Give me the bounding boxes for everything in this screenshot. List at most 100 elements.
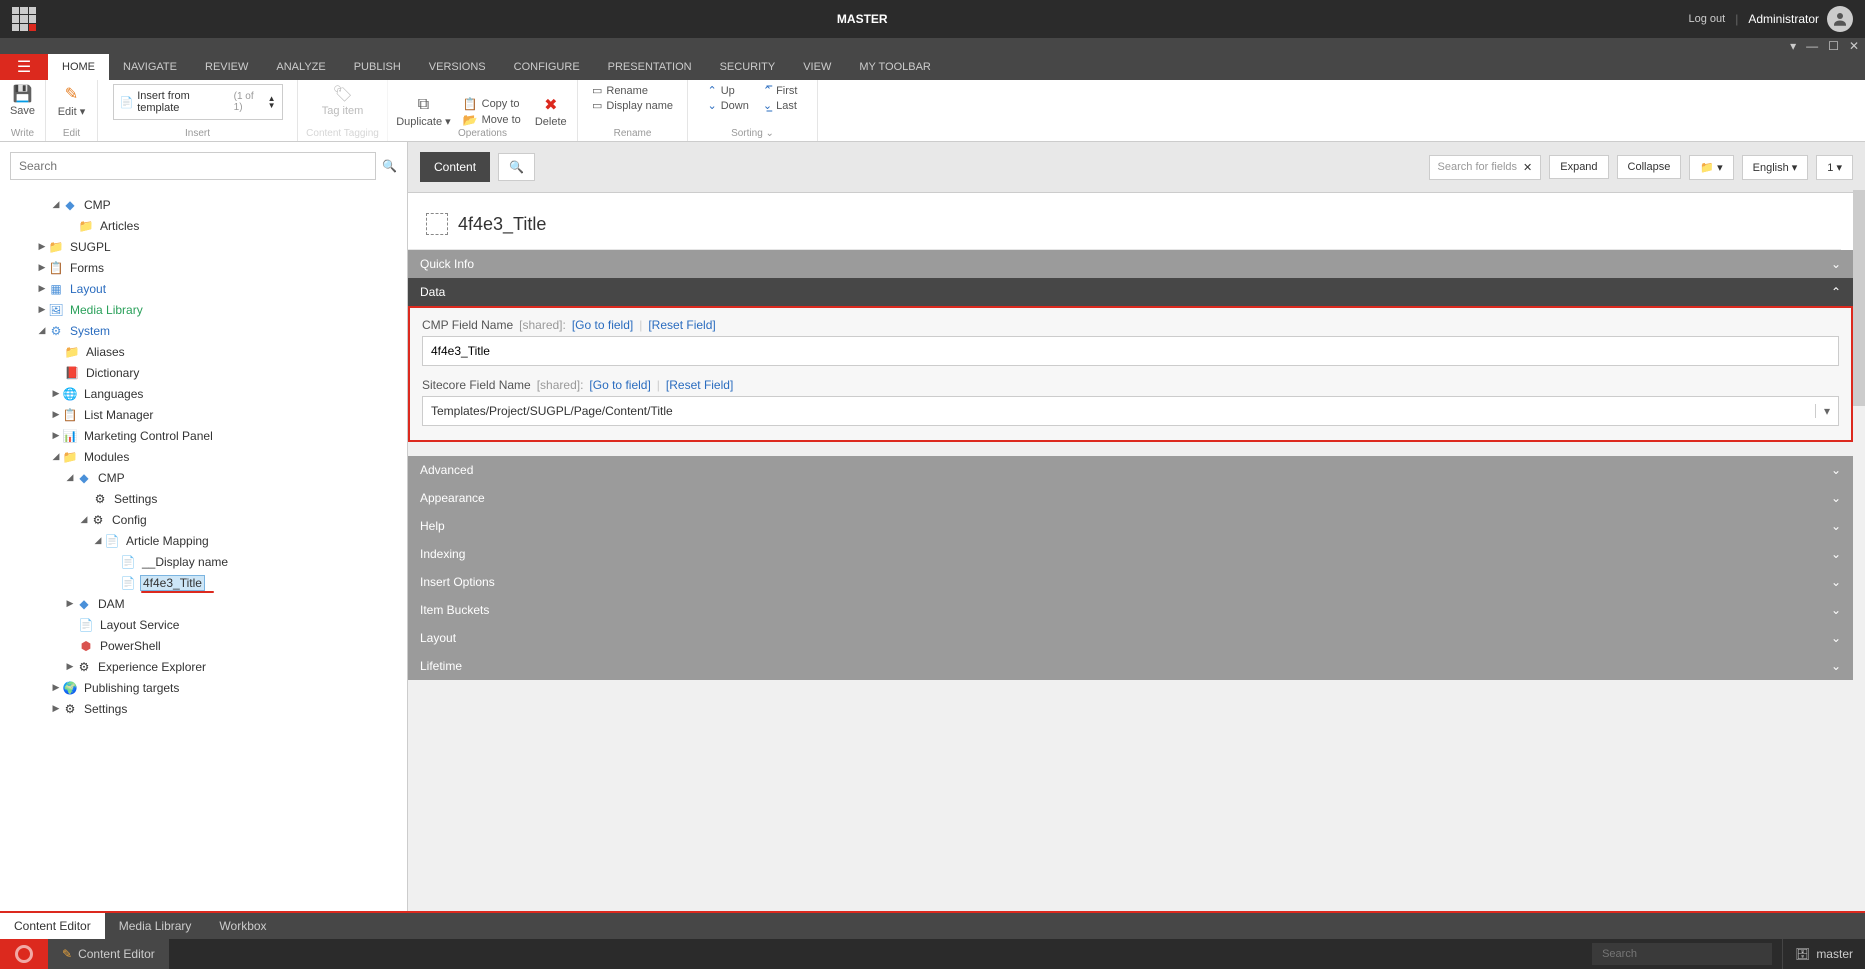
save-button[interactable]: 💾 Save (5, 84, 41, 117)
duplicate-button[interactable]: ⧉ Duplicate ▾ (396, 96, 450, 128)
tree-list-manager[interactable]: ▶📋List Manager (0, 404, 407, 425)
move-to-button[interactable]: 📂Move to (463, 113, 521, 127)
tab-navigate[interactable]: NAVIGATE (109, 54, 191, 80)
tab-analyze[interactable]: ANALYZE (262, 54, 339, 80)
reset-field-link-2[interactable]: [Reset Field] (666, 378, 733, 392)
btab-media-library[interactable]: Media Library (105, 913, 206, 939)
search-fields-input[interactable]: Search for fields✕ (1429, 155, 1542, 180)
close-icon[interactable]: ✕ (1849, 39, 1859, 53)
btab-workbox[interactable]: Workbox (205, 913, 280, 939)
tab-publish[interactable]: PUBLISH (340, 54, 415, 80)
up-button[interactable]: ⌃Up (708, 84, 749, 97)
taskbar-app[interactable]: ✎ Content Editor (48, 939, 169, 969)
taskbar-search-input[interactable] (1592, 943, 1772, 965)
item-title-bar: 4f4e3_Title (408, 193, 1841, 250)
tree-layout-service[interactable]: 📄Layout Service (0, 614, 407, 635)
taskbar-search[interactable] (1582, 939, 1782, 969)
copy-to-button[interactable]: 📋Copy to (463, 97, 521, 111)
down-icon: ⌄ (708, 99, 717, 112)
search-icon[interactable]: 🔍 (382, 159, 397, 173)
content-tree[interactable]: ◢◆CMP 📁Articles ▶📁SUGPL ▶📋Forms ▶▦Layout… (0, 190, 407, 911)
tree-settings[interactable]: ⚙Settings (0, 488, 407, 509)
taskbar: ✎ Content Editor 🗄 master (0, 939, 1865, 969)
section-layout[interactable]: Layout⌄ (408, 624, 1853, 652)
tree-aliases[interactable]: 📁Aliases (0, 341, 407, 362)
sitecore-logo-icon[interactable] (12, 7, 36, 31)
section-advanced[interactable]: Advanced⌄ (408, 456, 1853, 484)
tree-dam[interactable]: ▶◆DAM (0, 593, 407, 614)
tab-presentation[interactable]: PRESENTATION (594, 54, 706, 80)
go-to-field-link-2[interactable]: [Go to field] (589, 378, 650, 392)
rename-button[interactable]: ▭Rename (592, 84, 673, 97)
maximize-icon[interactable]: ☐ (1828, 39, 1839, 53)
tree-forms[interactable]: ▶📋Forms (0, 257, 407, 278)
section-help[interactable]: Help⌄ (408, 512, 1853, 540)
tree-sugpl[interactable]: ▶📁SUGPL (0, 236, 407, 257)
tree-cmp2[interactable]: ◢◆CMP (0, 467, 407, 488)
tree-search-input[interactable] (10, 152, 376, 180)
section-indexing[interactable]: Indexing⌄ (408, 540, 1853, 568)
down-button[interactable]: ⌄Down (708, 99, 749, 112)
current-user[interactable]: Administrator (1748, 12, 1819, 26)
cmp-field-name-input[interactable] (422, 336, 1839, 366)
tree-settings2[interactable]: ▶⚙Settings (0, 698, 407, 719)
tree-pub-targets[interactable]: ▶🌍Publishing targets (0, 677, 407, 698)
tab-view[interactable]: VIEW (789, 54, 845, 80)
tree-dictionary[interactable]: 📕Dictionary (0, 362, 407, 383)
content-tab[interactable]: Content (420, 152, 490, 182)
collapse-button[interactable]: Collapse (1617, 155, 1682, 179)
dropdown-icon[interactable]: ▾ (1790, 39, 1796, 53)
logout-link[interactable]: Log out (1688, 13, 1725, 25)
tree-modules[interactable]: ◢📁Modules (0, 446, 407, 467)
language-dropdown[interactable]: English ▾ (1742, 155, 1809, 180)
tree-4f4e3-title[interactable]: 📄4f4e3_Title (0, 572, 407, 593)
tab-home[interactable]: HOME (48, 54, 109, 80)
tab-review[interactable]: REVIEW (191, 54, 262, 80)
sitecore-start-icon[interactable] (0, 939, 48, 969)
section-appearance[interactable]: Appearance⌄ (408, 484, 1853, 512)
section-insert-options[interactable]: Insert Options⌄ (408, 568, 1853, 596)
minimize-icon[interactable]: — (1806, 39, 1818, 53)
section-lifetime[interactable]: Lifetime⌄ (408, 652, 1853, 680)
edit-button[interactable]: ✎ Edit ▾ (54, 84, 90, 118)
tab-versions[interactable]: VERSIONS (415, 54, 500, 80)
insert-from-template[interactable]: 📄 Insert from template (1 of 1) ▲▼ (113, 84, 283, 120)
last-button[interactable]: ⌄̲Last (763, 99, 798, 112)
hamburger-menu[interactable]: ☰ (0, 54, 48, 80)
tree-marketing[interactable]: ▶📊Marketing Control Panel (0, 425, 407, 446)
content-scrollbar[interactable] (1853, 190, 1865, 911)
first-button[interactable]: ⌃̅First (763, 84, 798, 97)
scroll-arrows-icon[interactable]: ▲▼ (268, 95, 276, 109)
database-indicator[interactable]: 🗄 master (1782, 939, 1865, 969)
reset-field-link[interactable]: [Reset Field] (648, 318, 715, 332)
tab-mytoolbar[interactable]: MY TOOLBAR (845, 54, 945, 80)
content-search-button[interactable]: 🔍 (498, 153, 535, 181)
user-avatar-icon[interactable] (1827, 6, 1853, 32)
dropdown-icon[interactable]: ▾ (1815, 404, 1830, 418)
delete-button[interactable]: ✖ Delete (533, 95, 569, 128)
display-name-button[interactable]: ▭Display name (592, 99, 673, 112)
tab-security[interactable]: SECURITY (706, 54, 790, 80)
tree-system[interactable]: ◢⚙System (0, 320, 407, 341)
go-to-field-link[interactable]: [Go to field] (572, 318, 633, 332)
section-data[interactable]: Data⌃ (408, 278, 1853, 306)
tree-display-name[interactable]: 📄__Display name (0, 551, 407, 572)
clear-icon[interactable]: ✕ (1523, 161, 1532, 174)
btab-content-editor[interactable]: Content Editor (0, 913, 105, 939)
tree-cmp[interactable]: ◢◆CMP (0, 194, 407, 215)
folder-dropdown[interactable]: 📁 ▾ (1689, 155, 1733, 180)
tree-media-library[interactable]: ▶🖼Media Library (0, 299, 407, 320)
tree-languages[interactable]: ▶🌐Languages (0, 383, 407, 404)
tree-layout[interactable]: ▶▦Layout (0, 278, 407, 299)
section-item-buckets[interactable]: Item Buckets⌄ (408, 596, 1853, 624)
section-quick-info[interactable]: Quick Info⌄ (408, 250, 1853, 278)
tree-config[interactable]: ◢⚙Config (0, 509, 407, 530)
tree-article-mapping[interactable]: ◢📄Article Mapping (0, 530, 407, 551)
expand-button[interactable]: Expand (1549, 155, 1608, 179)
tree-articles[interactable]: 📁Articles (0, 215, 407, 236)
tree-exp-explorer[interactable]: ▶⚙Experience Explorer (0, 656, 407, 677)
version-dropdown[interactable]: 1 ▾ (1816, 155, 1853, 180)
tree-powershell[interactable]: ⬢PowerShell (0, 635, 407, 656)
sitecore-field-name-select[interactable]: Templates/Project/SUGPL/Page/Content/Tit… (422, 396, 1839, 426)
tab-configure[interactable]: CONFIGURE (500, 54, 594, 80)
